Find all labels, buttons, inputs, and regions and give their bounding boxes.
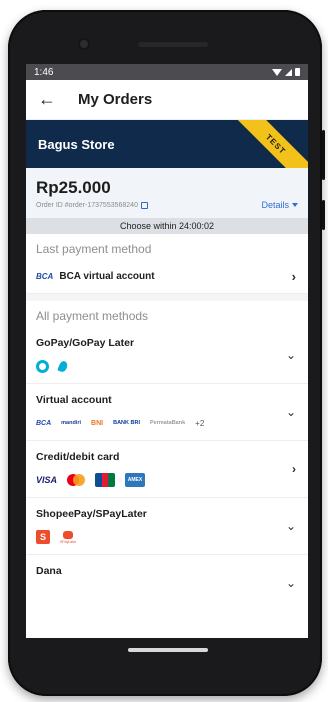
jcb-logo-icon [95,473,116,487]
details-toggle[interactable]: Details [261,200,298,210]
visa-logo-icon: VISA [36,475,58,485]
volume-button [322,130,325,180]
signal-icon [285,68,292,76]
battery-icon [295,68,300,76]
arrow-left-icon[interactable]: ← [38,89,62,110]
front-camera [80,40,88,48]
bank-logos: BCA mandiri BNI BANK BRI PermataBank +2 [36,416,296,430]
payment-method-gopay[interactable]: GoPay/GoPay Later ⌄ [26,327,308,384]
store-name: Bagus Store [38,136,115,152]
last-payment-label: BCA virtual account [59,271,155,282]
order-summary: Rp25.000 Order ID #order-1737553568240 D… [26,168,308,218]
all-payment-heading: All payment methods [36,309,149,323]
bca-logo-icon: BCA [36,272,54,281]
payment-countdown: Choose within 24:00:02 [26,218,308,234]
amex-logo-icon: AMEX [125,473,146,487]
chevron-right-icon: › [292,462,296,476]
home-indicator[interactable] [128,648,208,652]
status-time: 1:46 [34,66,54,78]
mastercard-logo-icon [67,474,86,486]
payment-method-dana[interactable]: Dana ⌄ [26,555,308,590]
store-banner: Bagus Store TEST [26,120,308,168]
payment-title-card: Credit/debit card [36,451,120,463]
wifi-icon [272,68,282,76]
details-label: Details [261,200,289,210]
payment-method-virtual-account[interactable]: Virtual account BCA mandiri BNI BANK BRI… [26,384,308,441]
app-bar: ← My Orders [26,80,308,120]
status-icons [272,68,300,76]
payment-title-dana: Dana [36,565,62,577]
status-bar: 1:46 [26,64,308,80]
last-payment-method[interactable]: BCA BCA virtual account › [26,260,308,294]
chevron-down-icon: ⌄ [285,576,296,590]
spaylater-logo-icon: SPayLater [60,530,77,544]
section-divider [26,294,308,301]
page-title: My Orders [78,91,153,108]
gopaylater-logo-icon [57,359,69,373]
order-amount: Rp25.000 [36,178,111,197]
permata-logo-icon: PermataBank [150,420,186,426]
order-id: Order ID #order-1737553568240 [36,202,138,209]
bca-logo-icon: BCA [36,419,52,427]
order-id-row: Order ID #order-1737553568240 [36,202,296,209]
spaylater-logo-text: SPayLater [60,539,77,544]
shopeepay-logos: S SPayLater [36,530,296,544]
gopay-logo-icon [36,359,49,373]
payment-title-gopay: GoPay/GoPay Later [36,337,135,349]
chevron-down-icon: ⌄ [285,348,296,362]
app-screen: 1:46 ← My Orders Bagus Store TEST Rp25.0… [26,64,308,638]
card-logos: VISA AMEX [36,473,296,487]
test-ribbon: TEST [219,120,308,168]
chevron-down-icon: ⌄ [285,519,296,533]
bni-logo-icon: BNI [91,419,104,427]
power-button [322,200,325,230]
copy-icon[interactable] [140,202,148,209]
payment-title-shopeepay: ShopeePay/SPayLater [36,508,147,520]
payment-method-card[interactable]: Credit/debit card VISA AMEX › [26,441,308,498]
chevron-down-icon [292,203,298,207]
bri-logo-icon: BANK BRI [113,420,140,426]
more-banks-count: +2 [195,418,205,428]
chevron-down-icon: ⌄ [285,405,296,419]
earpiece-speaker [138,42,208,47]
shopeepay-logo-icon: S [36,530,50,544]
gopay-logos [36,359,296,373]
last-payment-heading: Last payment method [36,242,152,256]
chevron-right-icon: › [291,269,296,284]
mandiri-logo-icon: mandiri [61,420,82,426]
payment-method-shopeepay[interactable]: ShopeePay/SPayLater S SPayLater ⌄ [26,498,308,555]
payment-title-virtual-account: Virtual account [36,394,112,406]
